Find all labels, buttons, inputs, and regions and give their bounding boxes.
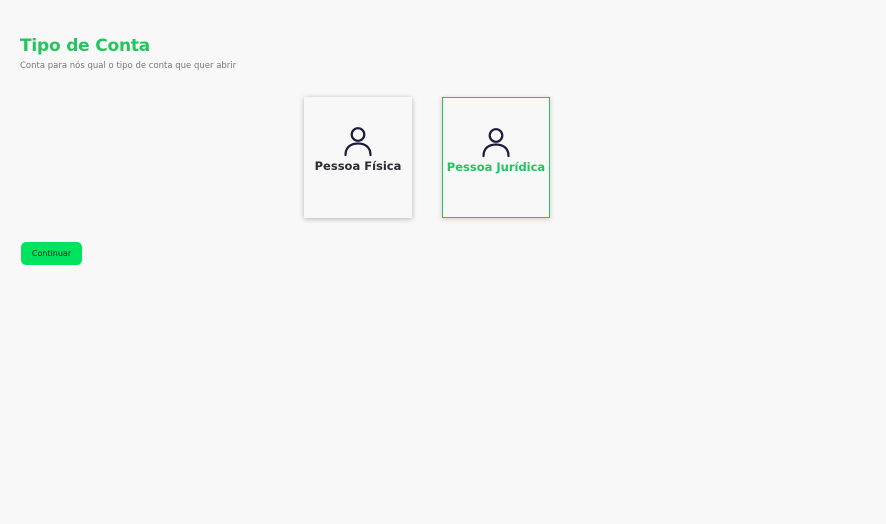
account-type-card-pessoa-fisica[interactable]: Pessoa Física (304, 97, 412, 218)
user-icon (344, 127, 372, 157)
page-subtitle: Conta para nós qual o tipo de conta que … (20, 61, 237, 71)
user-icon (482, 128, 510, 158)
page: Tipo de Conta Conta para nós qual o tipo… (0, 0, 886, 524)
account-type-card-pessoa-juridica[interactable]: Pessoa Jurídica (442, 97, 550, 218)
continue-button[interactable]: Continuar (21, 242, 82, 265)
page-title: Tipo de Conta (20, 36, 151, 56)
account-type-label: Pessoa Física (314, 159, 402, 173)
account-type-label: Pessoa Jurídica (446, 160, 546, 174)
